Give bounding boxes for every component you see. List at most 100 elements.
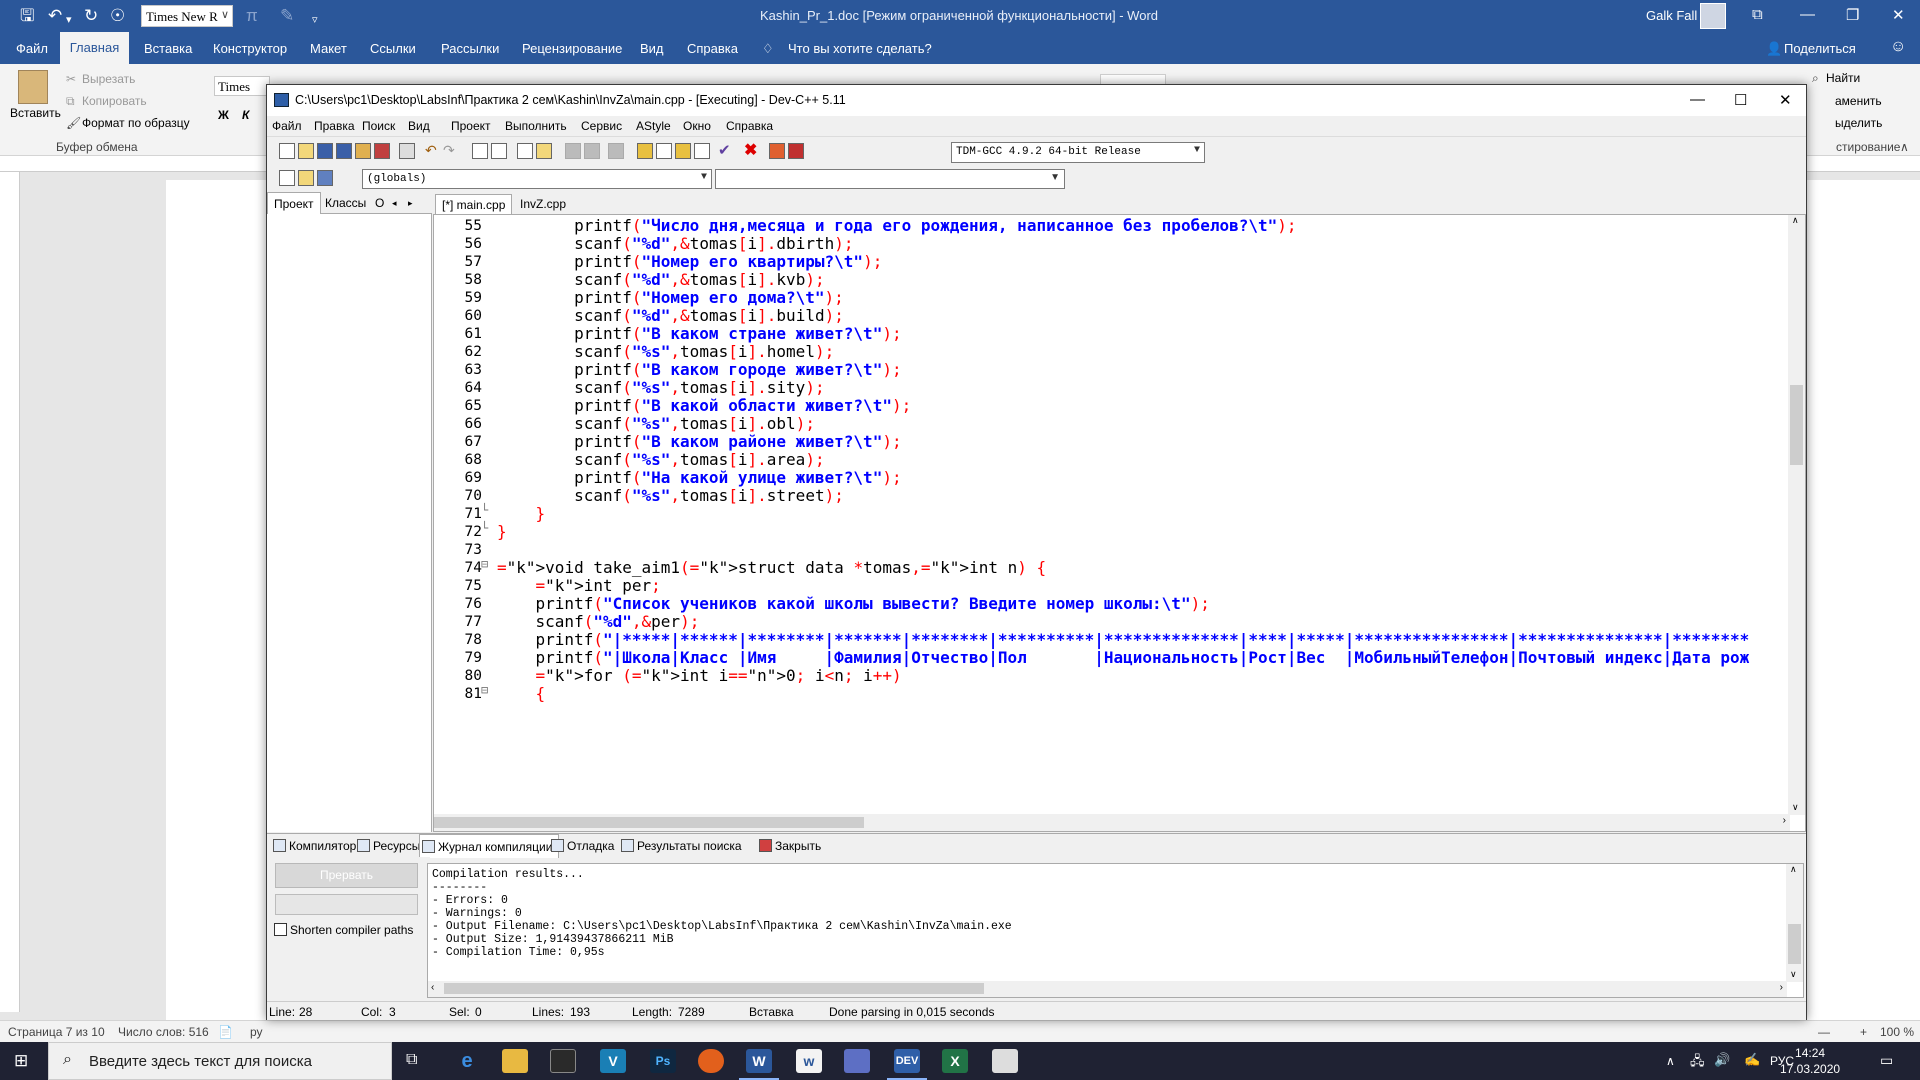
stop-compile-button[interactable]: Прервать [275, 863, 418, 888]
photoshop-icon[interactable]: Ps [650, 1049, 676, 1073]
tab-view[interactable]: Вид [640, 41, 664, 56]
editor-vertical-scrollbar[interactable]: ∧ ∨ [1788, 215, 1805, 815]
goto-icon[interactable] [298, 170, 314, 186]
bookmark-icon[interactable] [608, 143, 624, 159]
find-icon[interactable] [472, 143, 488, 159]
word-count[interactable]: Число слов: 516 [118, 1025, 209, 1039]
compile-icon[interactable] [637, 143, 653, 159]
scroll-right-icon[interactable]: ▸ [405, 192, 416, 214]
visio-icon[interactable]: V [600, 1049, 626, 1073]
menu-file[interactable]: Файл [272, 119, 302, 133]
collapse-ribbon-icon[interactable]: ∧ [1900, 140, 1909, 154]
tab-debug[interactable]: О [371, 192, 388, 214]
close-file-icon[interactable] [355, 143, 371, 159]
equation-icon[interactable]: π [246, 6, 258, 26]
editor-vertical-thumb[interactable] [1790, 385, 1803, 465]
close-icon[interactable]: ✕ [1779, 91, 1792, 109]
function-select[interactable]: ▼ [715, 169, 1065, 189]
restore-icon[interactable]: ❐ [1846, 6, 1859, 24]
scroll-up-icon[interactable]: ∧ [1792, 215, 1799, 226]
tab-file[interactable]: Файл [16, 41, 48, 56]
font-name-combo[interactable]: Times Ne [214, 76, 270, 96]
debug-icon[interactable] [769, 143, 785, 159]
menu-tools[interactable]: Сервис [581, 119, 622, 133]
clock[interactable]: 14:24 17.03.2020 [1780, 1045, 1840, 1077]
tab-classes[interactable]: Классы [319, 192, 372, 214]
word-page[interactable] [166, 180, 276, 1020]
fold-toggle-icon[interactable]: ⊟ [481, 557, 491, 571]
editor-horizontal-thumb[interactable] [434, 817, 864, 828]
tell-me-box[interactable]: Что вы хотите сделать? [788, 41, 932, 56]
syntax-check-icon[interactable]: ✔ [718, 141, 731, 159]
font-name-box[interactable]: Times New R ∨ [141, 5, 233, 27]
cut-button[interactable]: Вырезать [82, 72, 135, 86]
network-icon[interactable]: 🖧 [1690, 1052, 1705, 1074]
tab-home[interactable]: Главная [60, 32, 129, 64]
save-all-icon[interactable] [336, 143, 352, 159]
log-horizontal-scrollbar[interactable]: ‹ › [428, 981, 1787, 997]
log-horizontal-thumb[interactable] [444, 983, 984, 994]
minimize-icon[interactable]: — [1690, 91, 1705, 108]
unindent-icon[interactable] [536, 143, 552, 159]
print-icon[interactable] [399, 143, 415, 159]
open-icon[interactable] [298, 143, 314, 159]
word-icon[interactable]: W [746, 1049, 772, 1073]
avatar[interactable] [1700, 3, 1726, 29]
replace-icon[interactable] [491, 143, 507, 159]
checkbox-box[interactable] [274, 923, 287, 936]
menu-execute[interactable]: Выполнить [505, 119, 567, 133]
store-icon[interactable] [550, 1049, 576, 1073]
scroll-right-icon[interactable]: › [1783, 815, 1786, 826]
taskbar-search[interactable]: ⌕ Введите здесь текст для поиска [48, 1042, 392, 1080]
tab-help[interactable]: Справка [687, 41, 738, 56]
zoom-level[interactable]: 100 % [1880, 1025, 1914, 1039]
maximize-icon[interactable]: ☐ [1734, 91, 1747, 109]
code-line[interactable]: { [497, 683, 546, 705]
save-icon[interactable] [317, 143, 333, 159]
task-view-icon[interactable]: ⧉ [406, 1051, 417, 1069]
devcpp-icon[interactable]: DEV [894, 1049, 920, 1073]
scroll-right-icon[interactable]: › [1780, 982, 1783, 993]
tab-review[interactable]: Рецензирование [522, 41, 622, 56]
log-vertical-scrollbar[interactable]: ∧ ∨ [1786, 864, 1803, 982]
tray-expand-icon[interactable]: ∧ [1666, 1054, 1675, 1068]
ribbon-display-icon[interactable]: ⧉ [1752, 6, 1763, 23]
class-browser-icon[interactable] [279, 170, 295, 186]
customize-qa-icon[interactable]: ▿ [312, 10, 318, 30]
start-icon[interactable]: ⊞ [14, 1051, 28, 1071]
log-vertical-thumb[interactable] [1788, 924, 1801, 964]
volume-icon[interactable]: 🔊 [1714, 1052, 1730, 1068]
proofing-icon[interactable]: 📄 [218, 1025, 233, 1039]
paste-button[interactable]: Вставить [10, 106, 61, 120]
fold-toggle-icon[interactable]: ⊟ [481, 683, 491, 697]
scope-select[interactable]: (globals) ▼ [362, 169, 712, 189]
zoom-out-icon[interactable]: — [1818, 1025, 1830, 1039]
compiler-select[interactable]: TDM-GCC 4.9.2 64-bit Release ▼ [951, 142, 1205, 163]
undo-icon[interactable]: ↶ [425, 142, 437, 159]
close-icon[interactable]: ✕ [1892, 6, 1905, 24]
notepad-icon[interactable] [992, 1049, 1018, 1073]
scroll-down-icon[interactable]: ∨ [1790, 969, 1797, 980]
devcpp-app-icon[interactable] [274, 93, 289, 107]
tab-insert[interactable]: Вставка [144, 41, 192, 56]
menu-window[interactable]: Окно [683, 119, 711, 133]
redo-icon[interactable]: ↻ [84, 6, 98, 26]
tab-compiler[interactable]: Компилятор [271, 834, 356, 858]
tab-close[interactable]: Закрыть [757, 834, 821, 858]
code-line[interactable]: scanf("%s",tomas[i].street); [497, 485, 844, 507]
wiki-icon[interactable]: w [796, 1049, 822, 1073]
menu-project[interactable]: Проект [451, 119, 491, 133]
code-line[interactable]: } [497, 521, 507, 543]
tab-debugging[interactable]: Отладка [549, 834, 614, 858]
language-indicator[interactable]: ру [250, 1025, 263, 1039]
code-area[interactable]: printf("Число дня,месяца и года его рожд… [497, 215, 1783, 815]
page-indicator[interactable]: Страница 7 из 10 [8, 1025, 105, 1039]
tab-search-results[interactable]: Результаты поиска [619, 834, 742, 858]
tab-layout[interactable]: Макет [310, 41, 347, 56]
firefox-icon[interactable] [698, 1049, 724, 1073]
tab-invz-cpp[interactable]: InvZ.cpp [514, 194, 572, 214]
tab-resources[interactable]: Ресурсы [355, 834, 420, 858]
menu-view[interactable]: Вид [408, 119, 430, 133]
notifications-icon[interactable]: ▭ [1880, 1052, 1893, 1069]
zoom-in-icon[interactable]: + [1860, 1025, 1867, 1039]
